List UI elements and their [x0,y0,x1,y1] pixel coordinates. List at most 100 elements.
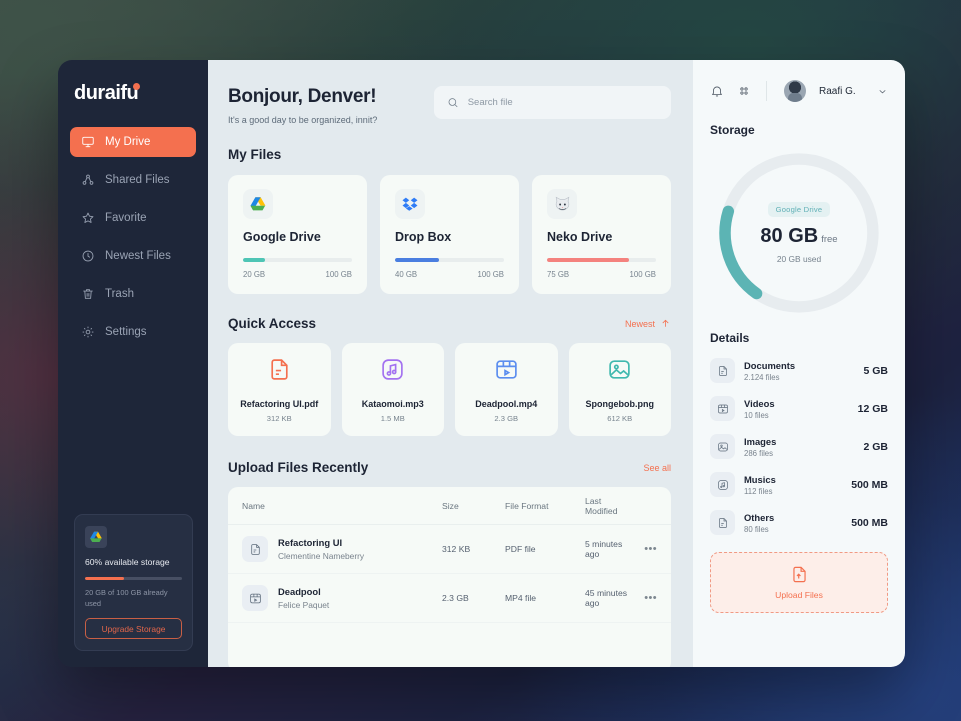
quick-access-size: 312 KB [234,414,325,423]
detail-value: 500 MB [851,517,888,529]
row-actions-button[interactable]: ••• [633,543,657,555]
sidebar-item-label: Favorite [105,212,147,224]
quick-access-size: 2.3 GB [461,414,552,423]
column-name: Name [242,501,442,511]
document-icon [242,536,268,562]
detail-row-images[interactable]: Images 286 files 2 GB [710,434,888,459]
drive-progress-fill [243,258,265,262]
row-owner: Clementine Nameberry [278,551,364,561]
uploads-header: Upload Files Recently See all [228,460,671,475]
sidebar-item-trash[interactable]: Trash [70,279,196,309]
quick-access-size: 612 KB [575,414,666,423]
upsell-title: 60% available storage [85,557,182,568]
search-bar[interactable] [434,86,671,119]
storage-free-amount: 80 GB [760,225,818,247]
detail-files: 80 files [744,525,774,534]
sort-label: Newest [625,319,655,329]
avatar[interactable] [784,80,806,102]
quick-access-item[interactable]: Refactoring UI.pdf 312 KB [228,343,331,436]
sidebar-item-label: Settings [105,326,147,338]
sidebar-item-label: Newest Files [105,250,171,262]
detail-name: Documents [744,360,795,371]
image-icon [607,357,632,382]
upgrade-storage-card: 60% available storage 20 GB of 100 GB al… [74,514,193,651]
quick-access-item[interactable]: Deadpool.mp4 2.3 GB [455,343,558,436]
drive-progress-fill [547,258,629,262]
detail-row-others[interactable]: Others 80 files 500 MB [710,510,888,535]
greeting-block: Bonjour, Denver! It's a good day to be o… [228,86,377,125]
row-name-cell: Refactoring UI Clementine Nameberry [242,536,442,562]
page-subtitle: It's a good day to be organized, innit? [228,115,377,125]
detail-row-musics[interactable]: Musics 112 files 500 MB [710,472,888,497]
sidebar-item-favorite[interactable]: Favorite [70,203,196,233]
google-drive-icon [85,526,107,548]
detail-files: 112 files [744,487,776,496]
drive-progress-fill [395,258,439,262]
see-all-link[interactable]: See all [643,463,671,473]
page-title: Bonjour, Denver! [228,86,377,108]
detail-name: Others [744,512,774,523]
uploads-table: Name Size File Format Last Modified Refa… [228,487,671,667]
quick-access-size: 1.5 MB [348,414,439,423]
detail-row-videos[interactable]: Videos 10 files 12 GB [710,396,888,421]
row-modified: 45 minutes ago [585,588,633,608]
drive-name: Google Drive [243,230,352,244]
drive-total: 100 GB [478,270,504,279]
sidebar-item-label: Trash [105,288,134,300]
table-row[interactable] [228,623,671,667]
quick-access-title: Quick Access [228,316,316,331]
row-actions-button[interactable]: ••• [633,592,657,604]
drive-card-dropbox[interactable]: Drop Box 40 GB 100 GB [380,175,519,294]
search-input[interactable] [468,97,658,108]
video-glyph [717,403,729,415]
row-owner: Felice Paquet [278,600,329,610]
row-name-cell: Deadpool Felice Paquet [242,585,442,611]
detail-row-documents[interactable]: Documents 2.124 files 5 GB [710,358,888,383]
storage-badge: Google Drive [768,202,831,217]
drive-progress-track [243,258,352,262]
quick-access-item[interactable]: Kataomoi.mp3 1.5 MB [342,343,445,436]
notification-button[interactable] [710,84,724,98]
user-menu-button[interactable] [877,86,888,97]
google-drive-glyph [89,530,103,544]
trash-icon [81,287,95,301]
table-row[interactable]: Deadpool Felice Paquet 2.3 GB MP4 file 4… [228,574,671,623]
quick-access-name: Kataomoi.mp3 [348,399,439,409]
apps-button[interactable] [737,84,751,98]
main-header: Bonjour, Denver! It's a good day to be o… [228,86,671,125]
star-icon [81,211,95,225]
column-format: File Format [505,501,585,511]
quick-access-header: Quick Access Newest [228,316,671,331]
storage-free-label: free [821,234,837,245]
detail-value: 2 GB [863,441,888,453]
sidebar-item-shared-files[interactable]: Shared Files [70,165,196,195]
clock-icon [81,249,95,263]
row-title: Refactoring UI [278,537,364,548]
sidebar-item-settings[interactable]: Settings [70,317,196,347]
sidebar-item-newest-files[interactable]: Newest Files [70,241,196,271]
row-size: 2.3 GB [442,593,505,603]
detail-value: 12 GB [858,403,888,415]
image-glyph [717,441,729,453]
drive-meta: 40 GB 100 GB [395,270,504,279]
drive-card-google[interactable]: Google Drive 20 GB 100 GB [228,175,367,294]
quick-access-name: Spongebob.png [575,399,666,409]
table-row[interactable]: Refactoring UI Clementine Nameberry 312 … [228,525,671,574]
quick-access-name: Refactoring UI.pdf [234,399,325,409]
document-icon [267,357,292,382]
upsell-progress-track [85,577,182,580]
upgrade-storage-button[interactable]: Upgrade Storage [85,618,182,639]
document-icon [710,358,735,383]
row-format: PDF file [505,544,585,554]
sidebar: duraifu My Drive Shared Files Favorite N… [58,60,208,667]
drive-progress-track [547,258,656,262]
sidebar-item-my-drive[interactable]: My Drive [70,127,196,157]
quick-access-item[interactable]: Spongebob.png 612 KB [569,343,672,436]
google-drive-icon [243,189,273,219]
drive-card-neko[interactable]: Neko Drive 75 GB 100 GB [532,175,671,294]
monitor-icon [81,135,95,149]
drive-used: 40 GB [395,270,417,279]
quick-access-sort[interactable]: Newest [625,318,671,329]
video-icon [494,357,519,382]
upload-files-button[interactable]: Upload Files [710,552,888,613]
